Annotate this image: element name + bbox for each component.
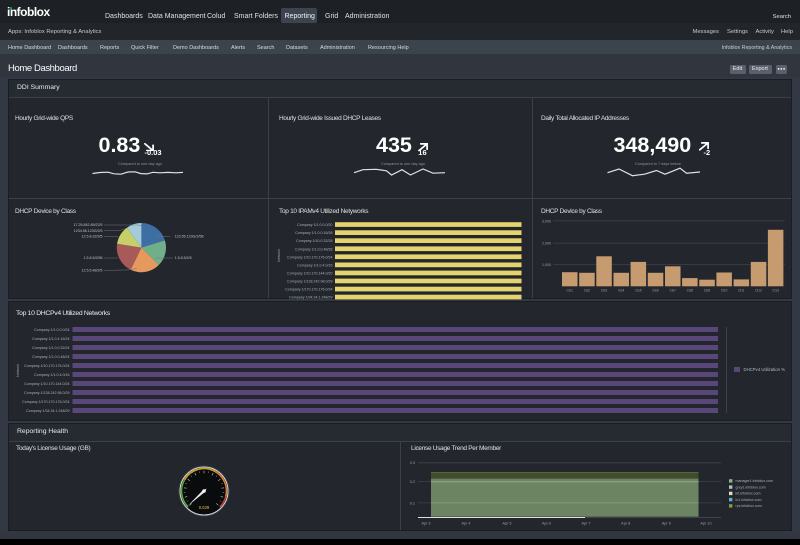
- svg-text:Cl13: Cl13: [772, 289, 779, 293]
- svg-text:Company 1/170.170.176.0/24: Company 1/170.170.176.0/24: [22, 400, 69, 404]
- svg-text:Cls8: Cls8: [687, 289, 694, 293]
- svg-text:Apr 8: Apr 8: [621, 522, 630, 526]
- svg-text:Company 1/34.34.1.248/29: Company 1/34.34.1.248/29: [26, 409, 69, 413]
- svg-text:Cls2: Cls2: [584, 289, 591, 293]
- svg-text:Apr 5: Apr 5: [502, 522, 511, 526]
- svg-text:3,000: 3,000: [542, 219, 551, 223]
- svg-text:Apr 3: Apr 3: [421, 522, 430, 526]
- svg-text:Cl12: Cl12: [755, 289, 762, 293]
- svg-text:2,000: 2,000: [542, 242, 551, 246]
- svg-text:12.5.8.32/3/5: 12.5.8.32/3/5: [82, 235, 103, 239]
- svg-text:Cls7: Cls7: [670, 289, 677, 293]
- svg-text:Company 1/170.170.176.0/24: Company 1/170.170.176.0/24: [285, 288, 332, 292]
- svg-text:Cl11: Cl11: [738, 289, 745, 293]
- svg-text:123.55.123G/2/58: 123.55.123G/2/58: [175, 235, 204, 239]
- svg-text:Company 1/1.0.0.0/20: Company 1/1.0.0.0/20: [297, 223, 332, 227]
- svg-text:Company 1/34.34.1.248/29: Company 1/34.34.1.248/29: [289, 296, 332, 300]
- svg-text:Apr 7: Apr 7: [581, 522, 590, 526]
- svg-text:Apr 10: Apr 10: [700, 522, 711, 526]
- svg-text:Cls3: Cls3: [601, 289, 608, 293]
- svg-text:0.029: 0.029: [199, 505, 210, 510]
- svg-text:Company 1/10.0.32/28: Company 1/10.0.32/28: [296, 239, 332, 243]
- svg-text:Cl10: Cl10: [721, 289, 728, 293]
- svg-text:int.infoblox.com: int.infoblox.com: [736, 492, 761, 496]
- svg-text:0.1: 0.1: [410, 501, 415, 505]
- svg-text:Company 1/10.170.176.0/24: Company 1/10.170.176.0/24: [287, 255, 332, 259]
- svg-text:Company 1/1.0.4.0/16: Company 1/1.0.4.0/16: [297, 263, 332, 267]
- svg-text:Cls1: Cls1: [567, 289, 574, 293]
- svg-text:Company 1/10.170.144.0/20: Company 1/10.170.144.0/20: [287, 272, 332, 276]
- svg-text:Company 1/128.242.98.0/29: Company 1/128.242.98.0/29: [24, 391, 69, 395]
- svg-text:1,000: 1,000: [542, 263, 551, 267]
- svg-text:1234.56.123G/2/5: 1234.56.123G/2/5: [74, 229, 103, 233]
- svg-text:Company 1/1.0.0.0/24: Company 1/1.0.0.0/24: [34, 328, 69, 332]
- svg-text:Company 1/128.242.98.0/29: Company 1/128.242.98.0/29: [287, 280, 332, 284]
- svg-text:Company 1/1.0.0.48/24: Company 1/1.0.0.48/24: [32, 355, 69, 359]
- svg-text:Company 1/10.170.176.0/24: Company 1/10.170.176.0/24: [24, 364, 69, 368]
- svg-text:Company 1/1.0.4.16/24: Company 1/1.0.4.16/24: [32, 337, 69, 341]
- svg-text:Apr 6: Apr 6: [542, 522, 551, 526]
- svg-text:1.5.8.5/2/5: 1.5.8.5/2/5: [175, 256, 192, 260]
- svg-text:Company 1/1.0.4.0/16: Company 1/1.0.4.0/16: [34, 373, 69, 377]
- svg-text:Cls6: Cls6: [652, 289, 659, 293]
- svg-text:17.25.842.89/22/5: 17.25.842.89/22/5: [74, 223, 103, 227]
- svg-text:io1.infoblox.com: io1.infoblox.com: [736, 498, 762, 502]
- svg-text:Apr 9: Apr 9: [662, 522, 671, 526]
- svg-text:Company 1/1.0.0.16/28: Company 1/1.0.0.16/28: [295, 231, 332, 235]
- svg-text:Company 1/10.170.144.0/24: Company 1/10.170.144.0/24: [24, 382, 69, 386]
- svg-text:grey1.infoblox.com: grey1.infoblox.com: [736, 485, 766, 489]
- svg-text:12.5.5.48/2/5: 12.5.5.48/2/5: [82, 269, 103, 273]
- svg-text:Apr 4: Apr 4: [461, 522, 470, 526]
- svg-text:Cls5: Cls5: [635, 289, 642, 293]
- svg-text:0.2: 0.2: [410, 480, 415, 484]
- svg-text:0.3: 0.3: [410, 461, 415, 465]
- svg-text:manager1.infoblox.com: manager1.infoblox.com: [736, 479, 773, 483]
- svg-text:rpz.infoblox.com: rpz.infoblox.com: [736, 504, 762, 508]
- svg-text:Cls4: Cls4: [618, 289, 625, 293]
- svg-text:Company 1/1.0.0.48/28: Company 1/1.0.0.48/28: [295, 247, 332, 251]
- svg-text:Company 1/1.0.0.32/24: Company 1/1.0.0.32/24: [32, 346, 69, 350]
- svg-text:Cls9: Cls9: [704, 289, 711, 293]
- svg-text:1.5.8.5/2/56: 1.5.8.5/2/56: [84, 256, 103, 260]
